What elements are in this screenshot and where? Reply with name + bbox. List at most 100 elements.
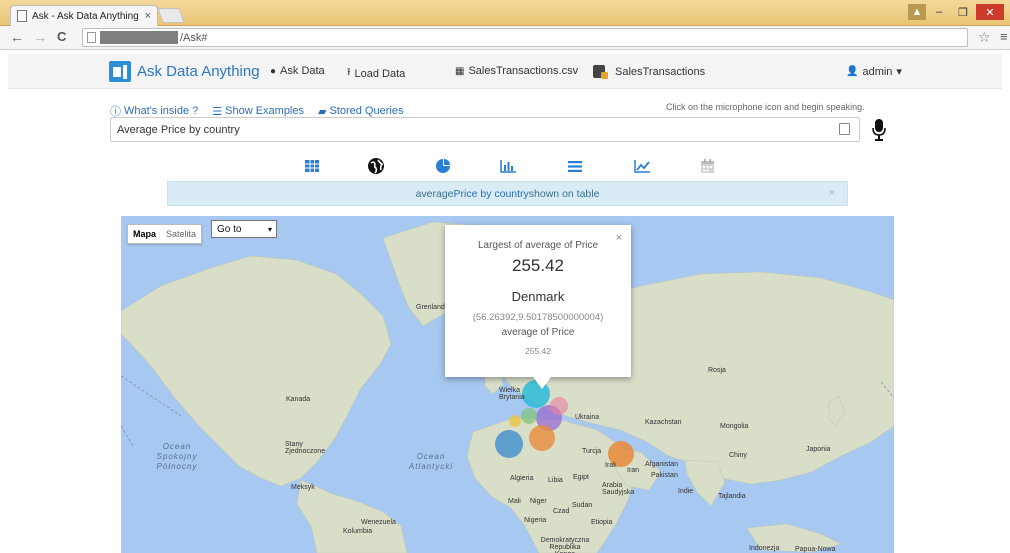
map-label: Rosja <box>708 367 726 374</box>
goto-caret-icon: ▾ <box>267 224 272 234</box>
map-label: Japonia <box>806 446 831 453</box>
goto-select[interactable]: Go to ▾ <box>211 220 277 238</box>
reload-icon[interactable]: C <box>57 29 66 44</box>
map-label: Niger <box>530 498 547 505</box>
profile-icon[interactable]: ▲ <box>908 4 926 20</box>
maximize-button[interactable]: ❐ <box>952 4 974 20</box>
info-country: Denmark <box>511 289 565 304</box>
ocean-label-atlantic: Ocean Atlantycki <box>408 452 454 471</box>
map-label: Chiny <box>729 452 747 459</box>
map-label: Iran <box>627 467 640 474</box>
query-input[interactable]: Average Price by country <box>110 117 860 142</box>
table-small-icon: ▦ <box>455 65 465 77</box>
map-label: Arabia Saudyjska <box>602 482 635 496</box>
alert-close-icon[interactable]: × <box>829 187 835 199</box>
app-navbar: Ask Data Anything ● Ask Data ⭱ Load Data… <box>8 54 1002 89</box>
map-label: Indonezja <box>749 545 780 552</box>
map-info-window: × Largest of average of Price 255.42 Den… <box>445 225 631 377</box>
map-label: Tajlandia <box>718 493 746 500</box>
nav-file-label: SalesTransactions.csv <box>468 65 579 77</box>
close-window-button[interactable]: ✕ <box>976 4 1004 20</box>
map-label: Ukraina <box>575 414 600 421</box>
save-query-icon[interactable] <box>839 123 850 135</box>
map-label: Kolumbia <box>343 528 373 535</box>
list-icon[interactable] <box>566 157 584 175</box>
back-arrow-icon[interactable]: ← <box>10 29 24 45</box>
line-chart-icon[interactable] <box>633 157 651 175</box>
info-measure-value: 255.42 <box>525 346 551 356</box>
nav-file[interactable]: ▦ SalesTransactions.csv <box>455 65 578 77</box>
info-coords: (56.26392,9.50178500000004) <box>472 312 604 323</box>
map-label: Irak <box>605 462 617 469</box>
bookmark-star-icon[interactable]: ☆ <box>978 29 991 46</box>
stored-queries-label: Stored Queries <box>329 105 404 117</box>
map-label: Algieria <box>510 475 534 482</box>
database-icon <box>593 65 608 79</box>
calendar-icon[interactable] <box>698 157 716 175</box>
info-window-pointer <box>533 377 551 389</box>
tab-close-icon[interactable]: × <box>145 10 151 22</box>
microphone-icon[interactable] <box>872 119 886 141</box>
url-field[interactable]: /Ask# <box>82 28 968 47</box>
brand-name: Ask Data Anything <box>137 63 260 80</box>
url-redacted-host <box>100 31 178 44</box>
whats-inside-label: What's inside ? <box>124 105 199 117</box>
show-examples-label: Show Examples <box>225 105 304 117</box>
browser-tab[interactable]: Ask - Ask Data Anything × <box>10 5 158 26</box>
goto-select-value: Go to <box>217 223 242 235</box>
view-switcher <box>0 157 1010 179</box>
minimize-button[interactable]: – <box>928 4 950 20</box>
table-icon[interactable] <box>303 157 321 175</box>
map-label: Papua-Nowa <box>795 546 836 553</box>
question-circle-icon: ● <box>270 65 277 77</box>
nav-load-data[interactable]: ⭱ Load Data <box>347 65 405 82</box>
map-label: Turcja <box>582 448 602 455</box>
window-controls: ▲ – ❐ ✕ <box>908 4 1004 20</box>
mic-hint: Click on the microphone icon and begin s… <box>666 102 865 112</box>
browser-menu-icon[interactable]: ≡ <box>1000 29 1008 44</box>
map-label: Wenezuela <box>361 519 396 526</box>
bar-chart-icon[interactable] <box>499 157 517 175</box>
map-type-control: Mapa Satelita <box>127 224 203 244</box>
page-favicon-icon <box>17 10 27 22</box>
nav-ask-data[interactable]: ● Ask Data <box>270 65 325 77</box>
map-type-map[interactable]: Mapa <box>128 225 161 243</box>
app-logo-icon <box>109 61 131 82</box>
new-tab-button[interactable] <box>157 8 185 23</box>
pie-icon[interactable] <box>434 157 452 175</box>
alert-prefix: average <box>415 187 454 200</box>
info-measure: average of Price <box>501 327 575 338</box>
address-bar-row: ← → C /Ask# ☆ ≡ <box>0 26 1010 50</box>
map-label: Mali <box>508 498 521 505</box>
ocean-label-pacific: Ocean Spokojny Północny <box>156 442 198 471</box>
info-alert: average Price by country shown on table … <box>167 181 848 206</box>
map-label: Egipt <box>573 474 589 481</box>
folder-icon: ▰ <box>318 105 327 118</box>
map-label: Etiopia <box>591 519 613 526</box>
user-menu[interactable]: 👤 admin ▾ <box>846 65 902 79</box>
map-label: Mongolia <box>720 423 749 430</box>
info-title: Largest of average of Price <box>477 240 599 251</box>
map-label: Demokratyczna Republika Konga <box>540 537 590 553</box>
nav-dataset[interactable]: SalesTransactions <box>593 65 706 79</box>
map-label: Nigeria <box>524 517 547 524</box>
page-icon <box>87 32 96 43</box>
map-label: Stany Zjednoczone <box>285 441 326 455</box>
upload-icon: ⭱ <box>347 67 351 78</box>
tab-title: Ask - Ask Data Anything <box>32 10 139 22</box>
map-type-satellite[interactable]: Satelita <box>161 225 201 243</box>
map-label: Meksyk <box>291 484 315 491</box>
map-label: Libia <box>548 477 563 484</box>
globe-icon[interactable] <box>367 157 385 175</box>
map-label: Kanada <box>286 396 311 403</box>
forward-arrow-icon[interactable]: → <box>33 29 47 45</box>
nav-dataset-label: SalesTransactions <box>615 65 706 78</box>
alert-suffix: shown on table <box>528 187 600 200</box>
nav-load-data-label: Load Data <box>354 67 406 80</box>
caret-down-icon: ▾ <box>896 66 902 78</box>
brand[interactable]: Ask Data Anything <box>109 61 260 82</box>
url-text: /Ask# <box>180 31 208 44</box>
alert-link[interactable]: Price by country <box>454 188 529 200</box>
list-icon: ☰ <box>212 105 223 118</box>
map-label: Indie <box>678 488 694 495</box>
